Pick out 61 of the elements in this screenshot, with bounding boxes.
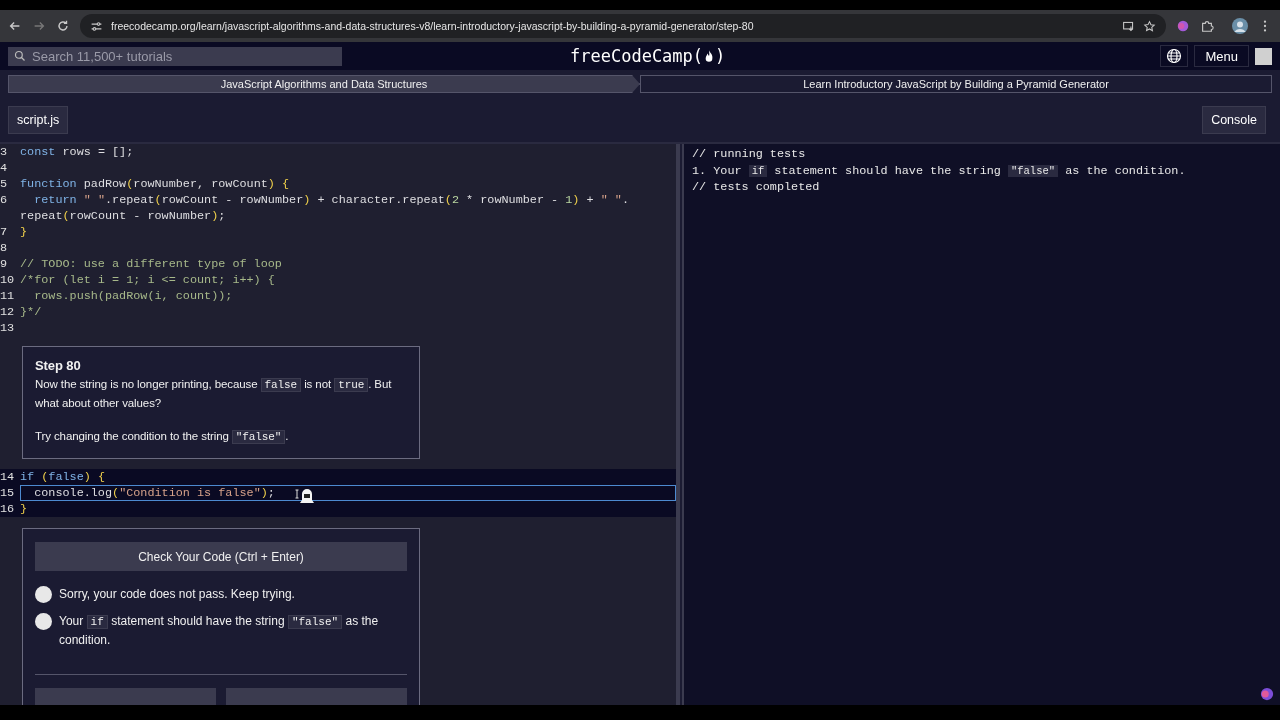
flame-icon (704, 49, 715, 63)
search-field[interactable]: Search 11,500+ tutorials (8, 46, 342, 66)
puzzle-icon[interactable] (1200, 19, 1214, 33)
line-number: 16 (0, 502, 15, 516)
user-avatar[interactable] (1255, 47, 1272, 65)
code-line: } (20, 501, 28, 517)
line-number: 7 (0, 225, 8, 239)
extension-icon[interactable] (1176, 19, 1190, 33)
code-line: repeat(rowCount - rowNumber); (20, 208, 226, 224)
status-circle-icon (35, 586, 52, 603)
code-line: /*for (let i = 1; i <= count; i++) { (20, 272, 275, 288)
editor-tab[interactable]: script.js (8, 106, 69, 134)
language-button[interactable] (1160, 45, 1189, 67)
status-circle-icon (35, 613, 52, 630)
instruction-text: Now the string is no longer printing, because false is not true . But what about other values? (35, 377, 393, 411)
code-line: // TODO: use a different type of loop (20, 256, 282, 272)
star-icon[interactable] (1143, 19, 1156, 33)
code-line: return " ".repeat(rowCount - rowNumber) + character.repeat(2 * rowNumber - 1) + " ". (33, 192, 629, 208)
line-number: 10 (0, 273, 15, 287)
install-icon[interactable] (1122, 19, 1135, 33)
code-line: } (20, 224, 28, 240)
globe-icon (1166, 48, 1183, 64)
code-line: function padRow(rowNumber, rowCount) { (20, 176, 290, 192)
line-number: 11 (0, 289, 15, 303)
test-result-text: Your if statement should have the string "false" as the condition. (59, 613, 379, 649)
breadcrumb-link[interactable]: JavaScript Algorithms and Data Structures (8, 75, 640, 93)
step-title: Step 80 (35, 358, 82, 373)
menu-button[interactable]: Menu (1194, 45, 1249, 67)
reload-icon[interactable] (56, 19, 70, 33)
line-number: 3 (0, 145, 8, 159)
line-number: 14 (0, 470, 15, 484)
code-line: console.log("Condition is false"); (33, 485, 275, 501)
check-code-button[interactable]: Check Your Code (Ctrl + Enter) (35, 542, 407, 571)
instruction-text: Try changing the condition to the string "false" . (35, 429, 290, 446)
console-output-line: // running tests (692, 146, 807, 163)
code-line: }*/ (20, 304, 42, 320)
search-icon (14, 50, 26, 62)
logo-text[interactable]: freeCodeCamp( (570, 46, 704, 66)
line-number: 13 (0, 321, 15, 335)
site-info-icon[interactable] (90, 19, 103, 33)
back-icon[interactable] (8, 19, 22, 33)
console-output-line: 1. Your if statement should have the string "false" as the condition. (692, 162, 1187, 179)
breadcrumb-link[interactable]: Learn Introductory JavaScript by Building a Pyramid Generator (640, 75, 1272, 93)
line-number: 4 (0, 161, 8, 175)
logo-text[interactable]: ) (715, 46, 726, 66)
address-bar[interactable]: freecodecamp.org/learn/javascript-algorithms-and-data-structures-v8/learn-introductory-javascript-by-building-a-pyramid-generator/step-80 (80, 14, 1166, 38)
line-number: 8 (0, 241, 8, 255)
line-number: 12 (0, 305, 15, 319)
line-number: 5 (0, 177, 8, 191)
code-line: const rows = []; (20, 144, 134, 160)
extension-badge-icon[interactable] (1260, 687, 1274, 701)
code-line: if (false) { (20, 469, 105, 485)
console-output-line: // tests completed (692, 179, 821, 196)
console-tab[interactable]: Console (1202, 106, 1266, 134)
test-result-text: Sorry, your code does not pass. Keep trying. (59, 586, 295, 603)
line-number: 15 (0, 486, 15, 500)
code-line: rows.push(padRow(i, count)); (33, 288, 233, 304)
forward-icon[interactable] (32, 19, 46, 33)
profile-avatar-icon[interactable] (1232, 18, 1248, 34)
line-number: 9 (0, 257, 8, 271)
line-number: 6 (0, 193, 8, 207)
